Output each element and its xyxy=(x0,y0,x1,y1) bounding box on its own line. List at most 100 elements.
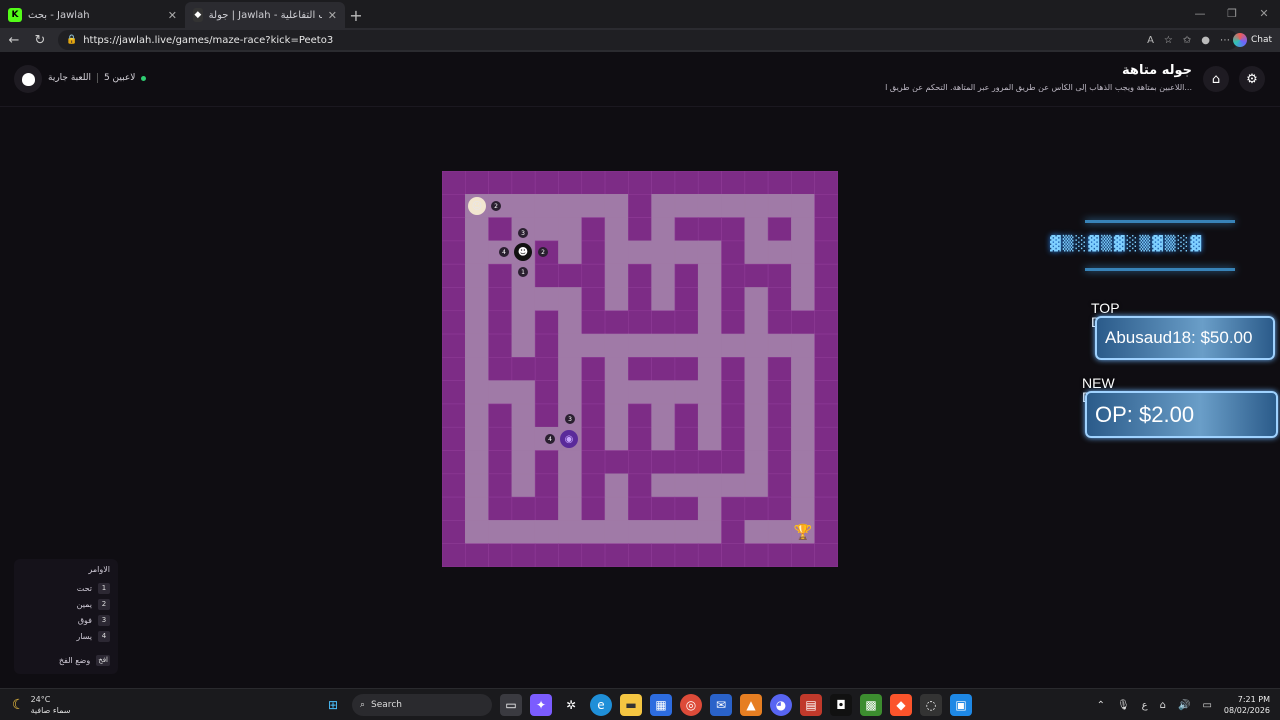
maze-path-cell xyxy=(464,310,489,335)
mail-icon[interactable]: ✉ xyxy=(710,694,732,716)
app-dark-icon[interactable]: ◘ xyxy=(830,694,852,716)
maze-path-cell xyxy=(464,450,489,475)
maze-wall-cell xyxy=(488,426,513,451)
copilot-chat-button[interactable]: Chat xyxy=(1232,30,1272,50)
close-icon[interactable]: ✕ xyxy=(328,9,337,22)
maximize-icon[interactable]: ❐ xyxy=(1216,0,1248,28)
maze-wall-cell xyxy=(767,403,792,428)
file-explorer-icon[interactable]: ▬ xyxy=(620,694,642,716)
maze-wall-cell xyxy=(697,543,722,567)
maze-grid xyxy=(442,171,838,567)
app-blue-icon[interactable]: ▣ xyxy=(950,694,972,716)
chrome-icon[interactable]: ◎ xyxy=(680,694,702,716)
moon-icon: ☾ xyxy=(12,697,25,713)
back-icon[interactable]: ← xyxy=(6,33,22,48)
volume-icon[interactable]: 🔊 xyxy=(1178,700,1190,711)
windows-taskbar: ☾ 24°C سماء صافية ⊞ ⌕ Search ▭ ✦ ✲ e ▬ ▦… xyxy=(0,688,1280,720)
task-view-icon[interactable]: ▭ xyxy=(500,694,522,716)
maze-wall-cell xyxy=(581,450,606,475)
read-aloud-icon[interactable]: A xyxy=(1147,35,1154,46)
maze-path-cell xyxy=(604,333,629,358)
app-free-icon[interactable]: ▤ xyxy=(800,694,822,716)
maze-wall-cell xyxy=(651,357,676,381)
weather-widget[interactable]: ☾ 24°C سماء صافية xyxy=(12,694,70,716)
chevron-up-icon[interactable]: ⌃ xyxy=(1097,700,1105,711)
tab-search[interactable]: K بحث - Jawlah ✕ xyxy=(0,2,185,28)
maze-path-cell xyxy=(558,450,583,475)
discord-icon[interactable]: ◕ xyxy=(770,694,792,716)
maze-path-cell xyxy=(511,426,536,451)
maze-wall-cell xyxy=(628,217,652,242)
clock[interactable]: 7:21 PM 08/02/2026 xyxy=(1224,694,1270,716)
maze-wall-cell xyxy=(814,263,838,288)
date: 08/02/2026 xyxy=(1223,706,1270,715)
maze-path-cell xyxy=(651,403,676,428)
favorite-icon[interactable]: ☆ xyxy=(1164,35,1173,46)
maze-wall-cell xyxy=(674,310,699,335)
maze-wall-cell xyxy=(581,287,606,312)
app-a-icon[interactable]: ▲ xyxy=(740,694,762,716)
store-icon[interactable]: ▦ xyxy=(650,694,672,716)
maze-path-cell xyxy=(651,333,676,358)
edge-icon[interactable]: e xyxy=(590,694,612,716)
maze-wall-cell xyxy=(674,426,699,451)
tab-label: جولة | Jawlah - منصة الألعاب التفاعلية xyxy=(208,9,322,21)
maze-wall-cell xyxy=(628,426,652,451)
minecraft-icon[interactable]: ▩ xyxy=(860,694,882,716)
profile-icon[interactable]: ● xyxy=(1201,35,1210,46)
copilot-app-icon[interactable]: ✦ xyxy=(530,694,552,716)
battery-icon[interactable]: ▭ xyxy=(1202,700,1211,711)
tab-jawlah[interactable]: ◆ جولة | Jawlah - منصة الألعاب التفاعلية… xyxy=(185,2,345,28)
maze-wall-cell xyxy=(721,357,746,381)
page-header: اللعبة جارية 5 لاعبين جوله متاهة اللاعبي… xyxy=(0,52,1280,107)
player-token: ☻ xyxy=(514,243,532,261)
maze-path-cell xyxy=(534,217,559,242)
taskbar-search[interactable]: ⌕ Search xyxy=(352,694,492,716)
settings-button[interactable]: ⚙ xyxy=(1239,66,1265,92)
maze-path-cell xyxy=(697,473,722,498)
maze-path-cell xyxy=(791,473,816,498)
maze-path-cell xyxy=(791,287,816,312)
collections-icon[interactable]: ✩ xyxy=(1183,35,1191,46)
settings-app-icon[interactable]: ✲ xyxy=(560,694,582,716)
chat-label: Chat xyxy=(1250,35,1272,45)
maze-wall-cell xyxy=(721,263,746,288)
obs-icon[interactable]: ◌ xyxy=(920,694,942,716)
command-label: يمين xyxy=(76,599,92,609)
maze-wall-cell xyxy=(767,171,792,195)
url-field[interactable]: 🔒 https://jawlah.live/games/maze-race?ki… xyxy=(58,30,1238,50)
maze-wall-cell xyxy=(697,217,722,242)
maze-wall-cell xyxy=(674,171,699,195)
input-language[interactable]: ع xyxy=(1142,700,1148,711)
refresh-icon[interactable]: ↻ xyxy=(32,33,48,48)
maze-wall-cell xyxy=(558,543,583,567)
windows-start-icon[interactable]: ⊞ xyxy=(322,694,344,716)
move-badge: 1 xyxy=(518,267,528,277)
home-button[interactable]: ⌂ xyxy=(1203,66,1229,92)
new-tab-button[interactable]: + xyxy=(345,2,367,28)
copilot-icon xyxy=(1232,33,1247,47)
maze-wall-cell xyxy=(814,217,838,242)
close-window-icon[interactable]: ✕ xyxy=(1248,0,1280,28)
maze-wall-cell xyxy=(814,333,838,358)
maze-path-cell xyxy=(697,287,722,312)
maze-path-cell xyxy=(744,450,769,475)
more-icon[interactable]: ⋯ xyxy=(1220,35,1230,46)
maze-path-cell xyxy=(604,193,629,218)
game-state: اللعبة جارية xyxy=(48,73,91,83)
temperature: 24°C xyxy=(30,695,51,704)
maze-wall-cell xyxy=(721,403,746,428)
maze-wall-cell xyxy=(767,357,792,381)
top-donation-box: Abusaud18: $50.00 xyxy=(1095,316,1275,360)
maze-wall-cell xyxy=(581,380,606,405)
maze-wall-cell xyxy=(628,473,652,498)
maze-wall-cell xyxy=(534,357,559,381)
close-icon[interactable]: ✕ xyxy=(168,9,177,22)
maze-path-cell xyxy=(697,263,722,288)
mic-icon[interactable]: 🎙 xyxy=(1117,700,1130,711)
network-icon[interactable]: ⌂ xyxy=(1160,700,1166,711)
brave-icon[interactable]: ◆ xyxy=(890,694,912,716)
minimize-icon[interactable]: — xyxy=(1184,0,1216,28)
jawlah-logo[interactable] xyxy=(14,65,42,93)
window-controls: — ❐ ✕ xyxy=(1184,0,1280,28)
